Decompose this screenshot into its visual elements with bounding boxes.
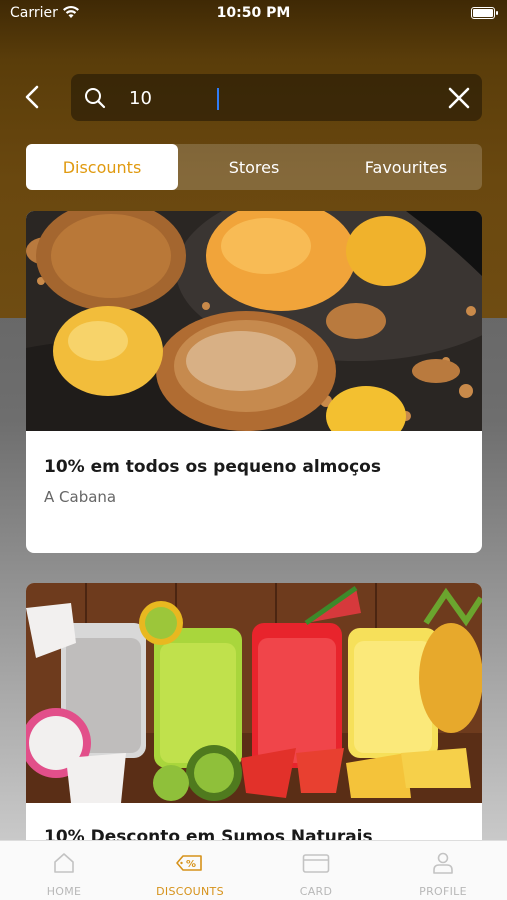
tab-card[interactable]: CARD (253, 841, 379, 900)
segmented-control: Discounts Stores Favourites (26, 144, 482, 190)
card-title: 10% em todos os pequeno almoços (44, 457, 381, 477)
back-chevron-icon[interactable] (20, 84, 46, 110)
card-store-name: A Cabana (44, 488, 117, 506)
dessert-photo (26, 211, 482, 431)
home-icon (54, 853, 74, 873)
discount-tag-icon: % (176, 855, 202, 871)
battery-icon (471, 7, 498, 19)
search-icon (85, 88, 106, 109)
juices-photo (26, 583, 482, 803)
clock: 10:50 PM (216, 5, 291, 21)
discount-card[interactable]: 10% em todos os pequeno almoços A Cabana (26, 211, 482, 553)
clear-search-icon[interactable] (446, 85, 472, 111)
status-bar: Carrier 10:50 PM (0, 0, 507, 28)
tab-stores[interactable]: Stores (178, 144, 330, 190)
text-caret (217, 88, 219, 110)
search-bar[interactable] (71, 74, 482, 121)
discount-card[interactable]: 10% Desconto em Sumos Naturais (26, 583, 482, 863)
tab-profile-label: PROFILE (419, 885, 467, 898)
tab-home[interactable]: HOME (1, 841, 127, 900)
tab-discounts[interactable]: Discounts (26, 144, 178, 190)
tab-discounts-nav[interactable]: % DISCOUNTS (127, 841, 253, 900)
svg-text:%: % (186, 859, 196, 870)
tab-home-label: HOME (46, 885, 82, 898)
tab-profile[interactable]: PROFILE (380, 841, 506, 900)
tab-favourites[interactable]: Favourites (330, 144, 482, 190)
tab-discounts-label: DISCOUNTS (156, 885, 224, 898)
tab-card-label: CARD (299, 885, 333, 898)
profile-icon (433, 852, 453, 874)
bottom-tab-bar: HOME % DISCOUNTS CARD PROFILE (0, 840, 507, 900)
card-icon (302, 854, 330, 873)
search-input[interactable] (129, 85, 429, 111)
